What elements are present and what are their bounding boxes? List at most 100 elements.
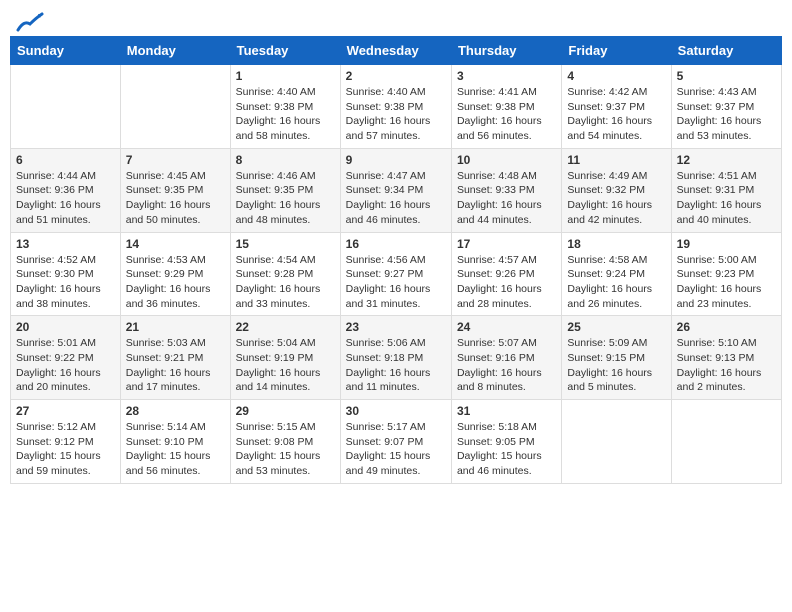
day-number: 6: [16, 153, 115, 167]
calendar-cell: 4 Sunrise: 4:42 AM Sunset: 9:37 PM Dayli…: [562, 65, 671, 149]
day-info: Sunrise: 4:51 AM Sunset: 9:31 PM Dayligh…: [677, 169, 776, 228]
day-info: Sunrise: 4:46 AM Sunset: 9:35 PM Dayligh…: [236, 169, 335, 228]
day-number: 7: [126, 153, 225, 167]
calendar-cell: 18 Sunrise: 4:58 AM Sunset: 9:24 PM Dayl…: [562, 232, 671, 316]
calendar-cell: 25 Sunrise: 5:09 AM Sunset: 9:15 PM Dayl…: [562, 316, 671, 400]
sunset-text: Sunset: 9:38 PM: [346, 101, 424, 113]
day-info: Sunrise: 4:58 AM Sunset: 9:24 PM Dayligh…: [567, 253, 665, 312]
day-number: 19: [677, 237, 776, 251]
sunset-text: Sunset: 9:15 PM: [567, 352, 645, 364]
day-number: 27: [16, 404, 115, 418]
day-info: Sunrise: 5:12 AM Sunset: 9:12 PM Dayligh…: [16, 420, 115, 479]
daylight-text: Daylight: 16 hours and 17 minutes.: [126, 367, 211, 394]
day-info: Sunrise: 5:18 AM Sunset: 9:05 PM Dayligh…: [457, 420, 556, 479]
day-number: 2: [346, 69, 446, 83]
daylight-text: Daylight: 15 hours and 49 minutes.: [346, 450, 431, 477]
calendar-cell: 19 Sunrise: 5:00 AM Sunset: 9:23 PM Dayl…: [671, 232, 781, 316]
day-number: 4: [567, 69, 665, 83]
calendar-cell: [120, 65, 230, 149]
sunrise-text: Sunrise: 5:14 AM: [126, 421, 206, 433]
day-number: 18: [567, 237, 665, 251]
sunrise-text: Sunrise: 4:47 AM: [346, 170, 426, 182]
day-info: Sunrise: 4:41 AM Sunset: 9:38 PM Dayligh…: [457, 85, 556, 144]
sunrise-text: Sunrise: 4:42 AM: [567, 86, 647, 98]
calendar-cell: 21 Sunrise: 5:03 AM Sunset: 9:21 PM Dayl…: [120, 316, 230, 400]
day-number: 13: [16, 237, 115, 251]
day-of-week-header: Tuesday: [230, 37, 340, 65]
calendar-table: SundayMondayTuesdayWednesdayThursdayFrid…: [10, 36, 782, 484]
calendar-cell: 10 Sunrise: 4:48 AM Sunset: 9:33 PM Dayl…: [451, 148, 561, 232]
calendar-header-row: SundayMondayTuesdayWednesdayThursdayFrid…: [11, 37, 782, 65]
sunrise-text: Sunrise: 5:04 AM: [236, 337, 316, 349]
calendar-week-row: 13 Sunrise: 4:52 AM Sunset: 9:30 PM Dayl…: [11, 232, 782, 316]
calendar-cell: 1 Sunrise: 4:40 AM Sunset: 9:38 PM Dayli…: [230, 65, 340, 149]
calendar-cell: 26 Sunrise: 5:10 AM Sunset: 9:13 PM Dayl…: [671, 316, 781, 400]
calendar-week-row: 1 Sunrise: 4:40 AM Sunset: 9:38 PM Dayli…: [11, 65, 782, 149]
calendar-cell: 16 Sunrise: 4:56 AM Sunset: 9:27 PM Dayl…: [340, 232, 451, 316]
sunrise-text: Sunrise: 5:18 AM: [457, 421, 537, 433]
daylight-text: Daylight: 16 hours and 23 minutes.: [677, 283, 762, 310]
day-number: 14: [126, 237, 225, 251]
day-number: 3: [457, 69, 556, 83]
sunset-text: Sunset: 9:13 PM: [677, 352, 755, 364]
calendar-cell: 24 Sunrise: 5:07 AM Sunset: 9:16 PM Dayl…: [451, 316, 561, 400]
sunset-text: Sunset: 9:23 PM: [677, 268, 755, 280]
sunset-text: Sunset: 9:27 PM: [346, 268, 424, 280]
day-info: Sunrise: 5:15 AM Sunset: 9:08 PM Dayligh…: [236, 420, 335, 479]
sunset-text: Sunset: 9:29 PM: [126, 268, 204, 280]
sunset-text: Sunset: 9:08 PM: [236, 436, 314, 448]
daylight-text: Daylight: 15 hours and 46 minutes.: [457, 450, 542, 477]
calendar-cell: 27 Sunrise: 5:12 AM Sunset: 9:12 PM Dayl…: [11, 400, 121, 484]
sunset-text: Sunset: 9:07 PM: [346, 436, 424, 448]
day-info: Sunrise: 5:14 AM Sunset: 9:10 PM Dayligh…: [126, 420, 225, 479]
sunset-text: Sunset: 9:18 PM: [346, 352, 424, 364]
calendar-cell: 2 Sunrise: 4:40 AM Sunset: 9:38 PM Dayli…: [340, 65, 451, 149]
sunrise-text: Sunrise: 5:00 AM: [677, 254, 757, 266]
sunrise-text: Sunrise: 5:17 AM: [346, 421, 426, 433]
sunset-text: Sunset: 9:10 PM: [126, 436, 204, 448]
daylight-text: Daylight: 16 hours and 46 minutes.: [346, 199, 431, 226]
sunrise-text: Sunrise: 5:12 AM: [16, 421, 96, 433]
sunset-text: Sunset: 9:35 PM: [236, 184, 314, 196]
daylight-text: Daylight: 16 hours and 57 minutes.: [346, 115, 431, 142]
day-number: 8: [236, 153, 335, 167]
sunrise-text: Sunrise: 5:10 AM: [677, 337, 757, 349]
sunrise-text: Sunrise: 4:40 AM: [346, 86, 426, 98]
day-info: Sunrise: 5:07 AM Sunset: 9:16 PM Dayligh…: [457, 336, 556, 395]
calendar-cell: 14 Sunrise: 4:53 AM Sunset: 9:29 PM Dayl…: [120, 232, 230, 316]
logo: [14, 14, 44, 28]
sunset-text: Sunset: 9:21 PM: [126, 352, 204, 364]
day-info: Sunrise: 5:01 AM Sunset: 9:22 PM Dayligh…: [16, 336, 115, 395]
day-info: Sunrise: 5:06 AM Sunset: 9:18 PM Dayligh…: [346, 336, 446, 395]
sunset-text: Sunset: 9:36 PM: [16, 184, 94, 196]
day-info: Sunrise: 5:09 AM Sunset: 9:15 PM Dayligh…: [567, 336, 665, 395]
daylight-text: Daylight: 16 hours and 33 minutes.: [236, 283, 321, 310]
calendar-week-row: 6 Sunrise: 4:44 AM Sunset: 9:36 PM Dayli…: [11, 148, 782, 232]
sunset-text: Sunset: 9:16 PM: [457, 352, 535, 364]
day-number: 31: [457, 404, 556, 418]
calendar-cell: 31 Sunrise: 5:18 AM Sunset: 9:05 PM Dayl…: [451, 400, 561, 484]
day-number: 26: [677, 320, 776, 334]
sunrise-text: Sunrise: 4:56 AM: [346, 254, 426, 266]
day-number: 25: [567, 320, 665, 334]
calendar-week-row: 27 Sunrise: 5:12 AM Sunset: 9:12 PM Dayl…: [11, 400, 782, 484]
daylight-text: Daylight: 15 hours and 59 minutes.: [16, 450, 101, 477]
calendar-cell: 6 Sunrise: 4:44 AM Sunset: 9:36 PM Dayli…: [11, 148, 121, 232]
sunrise-text: Sunrise: 5:03 AM: [126, 337, 206, 349]
day-number: 16: [346, 237, 446, 251]
sunset-text: Sunset: 9:34 PM: [346, 184, 424, 196]
sunset-text: Sunset: 9:32 PM: [567, 184, 645, 196]
daylight-text: Daylight: 16 hours and 58 minutes.: [236, 115, 321, 142]
day-info: Sunrise: 5:00 AM Sunset: 9:23 PM Dayligh…: [677, 253, 776, 312]
day-number: 28: [126, 404, 225, 418]
calendar-cell: 7 Sunrise: 4:45 AM Sunset: 9:35 PM Dayli…: [120, 148, 230, 232]
sunrise-text: Sunrise: 4:41 AM: [457, 86, 537, 98]
day-of-week-header: Thursday: [451, 37, 561, 65]
sunset-text: Sunset: 9:30 PM: [16, 268, 94, 280]
day-number: 12: [677, 153, 776, 167]
sunrise-text: Sunrise: 5:07 AM: [457, 337, 537, 349]
calendar-cell: 3 Sunrise: 4:41 AM Sunset: 9:38 PM Dayli…: [451, 65, 561, 149]
day-info: Sunrise: 4:57 AM Sunset: 9:26 PM Dayligh…: [457, 253, 556, 312]
day-info: Sunrise: 4:49 AM Sunset: 9:32 PM Dayligh…: [567, 169, 665, 228]
page-header: [10, 10, 782, 28]
